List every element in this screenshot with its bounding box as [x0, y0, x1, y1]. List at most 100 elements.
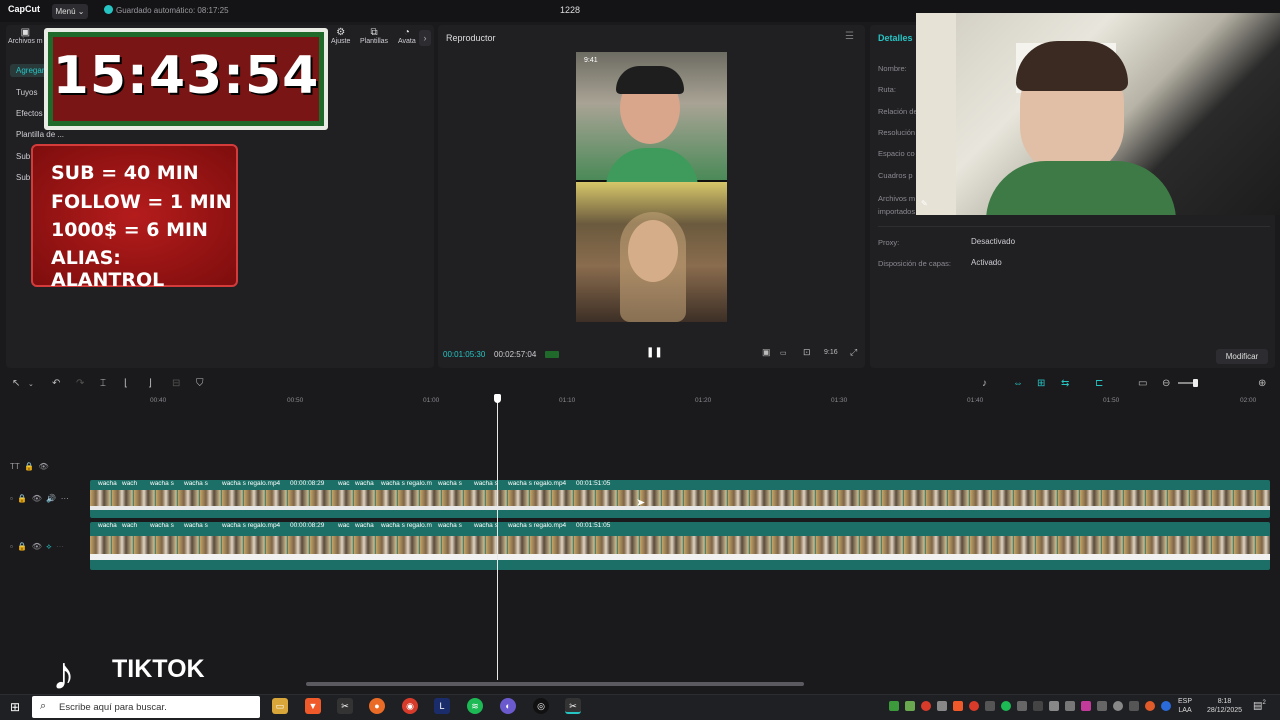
tray-app-icon[interactable]	[937, 701, 947, 711]
obs-icon[interactable]: ◎	[533, 698, 549, 714]
playhead[interactable]	[497, 396, 498, 680]
league-icon[interactable]: L	[434, 698, 450, 714]
clip-label: wacha	[355, 522, 374, 529]
clip-label: wacha s	[474, 480, 498, 487]
tab-media[interactable]: ▣ Archivos m	[8, 27, 43, 45]
capcut-active-icon[interactable]: ✂	[565, 698, 581, 714]
tray-app-icon[interactable]	[1113, 701, 1123, 711]
tray-app-icon[interactable]	[969, 701, 979, 711]
tray-app-icon[interactable]	[1145, 701, 1155, 711]
language-indicator[interactable]: ESP LAA	[1178, 697, 1192, 715]
modify-button[interactable]: Modificar	[1216, 349, 1268, 364]
media-icon: ▣	[20, 27, 31, 38]
detail-label-colorspace: Espacio co	[878, 149, 915, 158]
split-left-icon[interactable]: ⌊	[124, 378, 128, 389]
tray-app-icon[interactable]	[921, 701, 931, 711]
select-tool-icon[interactable]: ↖	[12, 378, 20, 389]
select-tool-dropdown-icon[interactable]: ⌄	[28, 380, 34, 388]
tray-app-icon[interactable]	[1001, 701, 1011, 711]
zoom-in-icon[interactable]: ⊕	[1258, 378, 1266, 389]
tray-app-icon[interactable]	[985, 701, 995, 711]
file-explorer-icon[interactable]: ▭	[272, 698, 288, 714]
spotify-icon[interactable]: ≋	[467, 698, 483, 714]
tiktok-watermark: TIKTOK	[112, 655, 205, 683]
webcam-mute-icon: ✎	[921, 199, 928, 208]
split-icon[interactable]: ⌶	[100, 378, 106, 389]
tray-app-icon[interactable]	[905, 701, 915, 711]
taskbar-clock[interactable]: 8:18 28/12/2025	[1207, 697, 1242, 715]
quality-icon[interactable]: ▭	[780, 349, 787, 357]
preview-bottom-frame	[576, 182, 727, 322]
tray-app-icon[interactable]	[953, 701, 963, 711]
pause-button[interactable]: ❚❚	[646, 347, 663, 358]
timecode-total: 00:02:57:04	[494, 350, 537, 359]
tab-media-label: Archivos m	[8, 38, 43, 45]
preview-axis-icon[interactable]: ⊏	[1095, 378, 1103, 389]
webcam-hair	[1016, 41, 1128, 91]
app-logo: CapCut	[8, 4, 40, 14]
link-main-track-icon[interactable]: ⇔	[1013, 378, 1023, 389]
ratio-button[interactable]: 9:16	[824, 349, 838, 356]
redo-icon[interactable]: ↷	[76, 378, 84, 389]
delete-icon[interactable]: ⊟	[172, 378, 180, 389]
tray-app-icon[interactable]	[889, 701, 899, 711]
tray-app-icon[interactable]	[1097, 701, 1107, 711]
discord-icon[interactable]: ◐	[500, 698, 516, 714]
timeline-scrollbar[interactable]	[306, 682, 804, 686]
search-placeholder: Escribe aquí para buscar.	[59, 702, 167, 713]
windows-start-icon[interactable]: ⊞	[10, 700, 20, 714]
subtitle-icon[interactable]: ▭	[1138, 378, 1147, 389]
text-track-controls[interactable]: TT 🔒 👁	[10, 462, 49, 471]
clip-label: wacha	[355, 480, 374, 487]
tab-adjust[interactable]: ⚙ Ajuste	[331, 27, 350, 45]
chrome-icon[interactable]: ◉	[402, 698, 418, 714]
video-track-2-controls[interactable]: ▫ 🔒 👁 ⟡ ⋯	[10, 542, 64, 552]
tray-app-icon[interactable]	[1081, 701, 1091, 711]
clock-date: 28/12/2025	[1207, 707, 1243, 714]
clip-label: 00:01:51:05	[576, 522, 611, 529]
linkage-icon[interactable]: ⇆	[1061, 378, 1069, 389]
magnet-icon[interactable]: ⊞	[1037, 378, 1045, 389]
tray-app-icon[interactable]	[1065, 701, 1075, 711]
clip-label: 00:00:08:29	[290, 480, 325, 487]
video-track-2[interactable]: wacha wach wacha s wacha s wacha s regal…	[90, 522, 1270, 570]
cap-top	[616, 66, 684, 94]
detail-label-name: Nombre:	[878, 64, 907, 73]
tabs-scroll-right-button[interactable]: ›	[419, 30, 431, 46]
clip-label: wacha	[98, 522, 117, 529]
sidebar-item-yours[interactable]: Tuyos	[10, 86, 44, 99]
autosave-status: Guardado automático: 08:17:25	[104, 5, 229, 15]
bluetooth-icon[interactable]	[1161, 701, 1171, 711]
capcut-taskbar-icon[interactable]: ✂	[337, 698, 353, 714]
zoom-slider-handle[interactable]	[1193, 379, 1198, 387]
video-preview[interactable]: 9:41	[576, 52, 727, 322]
tab-avatar[interactable]: ◔ Avata	[398, 27, 416, 45]
video-track-1-controls[interactable]: ▫ 🔒 👁 🔊 ⋯	[10, 494, 69, 503]
fit-icon[interactable]: ⊡	[803, 347, 811, 358]
menu-button[interactable]: Menú ⌄	[52, 4, 88, 19]
detail-label-imported: Archivos m importados	[878, 194, 916, 216]
tray-app-icon[interactable]	[1049, 701, 1059, 711]
playhead-handle[interactable]	[494, 394, 501, 403]
tray-app-icon[interactable]	[1017, 701, 1027, 711]
tray-app-icon[interactable]	[1129, 701, 1139, 711]
marker-icon[interactable]: ⛉	[196, 378, 204, 389]
sidebar-item-effects[interactable]: Efectos	[10, 107, 49, 120]
brave-browser-icon[interactable]: ▼	[305, 698, 321, 714]
subathon-rules-overlay: SUB = 40 MIN FOLLOW = 1 MIN 1000$ = 6 MI…	[31, 144, 238, 291]
player-menu-icon[interactable]: ☰	[845, 31, 854, 42]
zoom-out-icon[interactable]: ⊖	[1162, 378, 1170, 389]
tab-templates[interactable]: ⧉ Plantillas	[360, 27, 388, 45]
webcam-overlay: ✎	[916, 13, 1280, 215]
firefox-icon[interactable]: ●	[369, 698, 385, 714]
tab-details[interactable]: Detalles	[878, 33, 913, 43]
notification-center-icon[interactable]: ▤2	[1253, 700, 1266, 711]
capture-icon[interactable]: ▣	[762, 347, 771, 358]
fullscreen-icon[interactable]: ⤢	[850, 347, 857, 358]
undo-icon[interactable]: ↶	[52, 378, 60, 389]
video-track-1[interactable]: wacha wach wacha s wacha s wacha s regal…	[90, 480, 1270, 518]
microphone-icon[interactable]: ♪	[982, 378, 987, 389]
audio-waveform	[90, 554, 1270, 560]
tray-app-icon[interactable]	[1033, 701, 1043, 711]
split-right-icon[interactable]: ⌋	[148, 378, 152, 389]
